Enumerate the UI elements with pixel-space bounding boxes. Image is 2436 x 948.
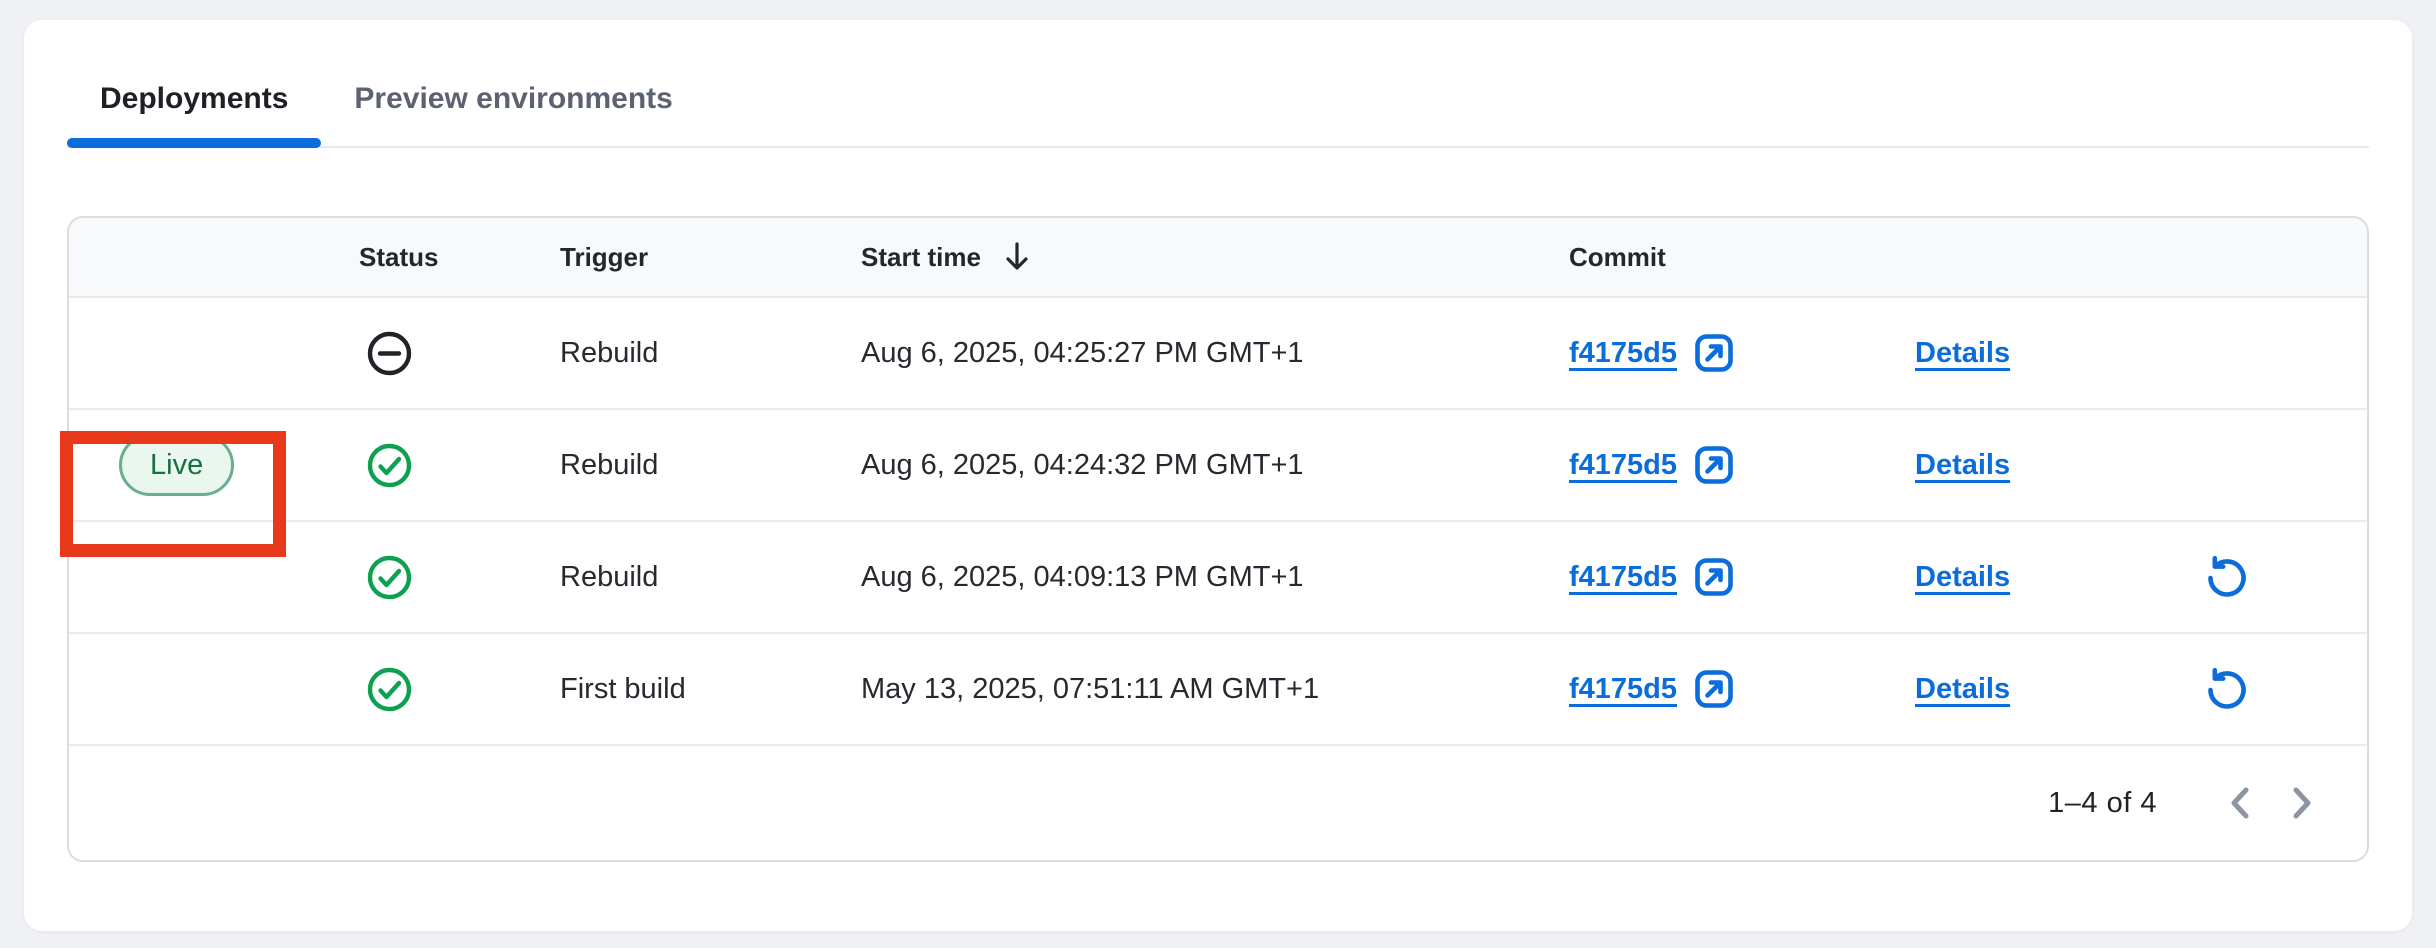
check-circle-icon [366, 442, 413, 489]
tab-deployments[interactable]: Deployments [67, 82, 321, 146]
start-time-cell: May 13, 2025, 07:51:11 AM GMT+1 [859, 673, 1567, 706]
deployment-row: Live Rebuild Aug 6, 2025, 04:24:32 PM GM… [69, 410, 2367, 522]
deployment-row: First build May 13, 2025, 07:51:11 AM GM… [69, 634, 2367, 746]
header-status: Status [346, 242, 558, 273]
header-trigger: Trigger [558, 242, 859, 273]
deployment-row: Rebuild Aug 6, 2025, 04:09:13 PM GMT+1 f… [69, 522, 2367, 634]
start-time-cell: Aug 6, 2025, 04:09:13 PM GMT+1 [859, 561, 1567, 594]
minus-circle-icon [366, 330, 413, 377]
commit-link[interactable]: f4175d5 [1569, 337, 1677, 370]
details-link[interactable]: Details [1915, 561, 2010, 594]
retry-icon [2203, 665, 2251, 713]
start-time-cell: Aug 6, 2025, 04:25:27 PM GMT+1 [859, 337, 1567, 370]
trigger-cell: Rebuild [558, 449, 859, 482]
pagination-bar: 1–4 of 4 [69, 746, 2367, 860]
external-link-icon [1693, 668, 1735, 710]
deployments-table: Status Trigger Start time Commit [67, 216, 2369, 862]
tab-preview-environments-label: Preview environments [354, 82, 672, 115]
header-start-time-label: Start time [861, 242, 981, 273]
sort-descending-icon [1003, 241, 1031, 273]
deployment-row: Rebuild Aug 6, 2025, 04:25:27 PM GMT+1 f… [69, 298, 2367, 410]
table-header-row: Status Trigger Start time Commit [69, 218, 2367, 298]
start-time-cell: Aug 6, 2025, 04:24:32 PM GMT+1 [859, 449, 1567, 482]
trigger-cell: Rebuild [558, 561, 859, 594]
check-circle-icon [366, 554, 413, 601]
commit-link[interactable]: f4175d5 [1569, 449, 1677, 482]
details-link[interactable]: Details [1915, 449, 2010, 482]
commit-link-label: f4175d5 [1569, 561, 1677, 593]
external-link-icon [1693, 556, 1735, 598]
pagination-range: 1–4 of 4 [2048, 787, 2157, 820]
tab-bar: Deployments Preview environments [67, 20, 2369, 148]
commit-link[interactable]: f4175d5 [1569, 561, 1677, 594]
commit-link-label: f4175d5 [1569, 673, 1677, 705]
tab-preview-environments[interactable]: Preview environments [321, 82, 705, 146]
table-body: Rebuild Aug 6, 2025, 04:25:27 PM GMT+1 f… [69, 298, 2367, 746]
chevron-left-icon [2225, 785, 2255, 821]
tab-deployments-label: Deployments [100, 82, 288, 115]
deployments-panel: Deployments Preview environments Status … [24, 20, 2412, 931]
external-link-icon [1693, 444, 1735, 486]
check-circle-icon [366, 666, 413, 713]
live-badge: Live [119, 434, 234, 496]
commit-link-label: f4175d5 [1569, 337, 1677, 369]
next-page-button[interactable] [2271, 772, 2333, 834]
commit-link[interactable]: f4175d5 [1569, 673, 1677, 706]
chevron-right-icon [2287, 785, 2317, 821]
details-link[interactable]: Details [1915, 673, 2010, 706]
pager-controls [2209, 772, 2333, 834]
details-link[interactable]: Details [1915, 337, 2010, 370]
trigger-cell: Rebuild [558, 337, 859, 370]
header-commit: Commit [1567, 242, 1913, 273]
commit-link-label: f4175d5 [1569, 449, 1677, 481]
retry-button[interactable] [2203, 553, 2251, 601]
retry-icon [2203, 553, 2251, 601]
trigger-cell: First build [558, 673, 859, 706]
previous-page-button[interactable] [2209, 772, 2271, 834]
header-start-time[interactable]: Start time [859, 241, 1567, 273]
retry-button[interactable] [2203, 665, 2251, 713]
external-link-icon [1693, 332, 1735, 374]
